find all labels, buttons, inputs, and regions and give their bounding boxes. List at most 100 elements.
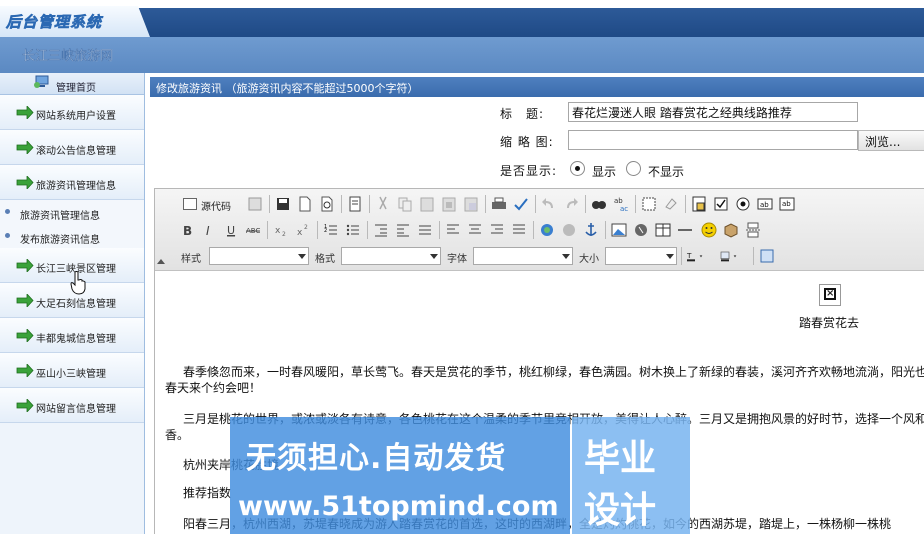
italic-icon[interactable]: I [199,220,219,240]
checkbox-icon[interactable] [711,194,731,214]
content-paragraph: 春天来个约会吧！ [165,381,262,395]
style-select[interactable] [209,247,309,265]
size-select[interactable] [605,247,677,265]
radio-icon[interactable] [733,194,753,214]
outdent-icon[interactable] [371,220,391,240]
preview-icon[interactable] [245,194,265,214]
copy-icon[interactable] [395,194,415,214]
toolbar-separator [605,221,606,239]
redo-icon[interactable] [561,194,581,214]
toolbar-separator [485,195,486,213]
toolbar-separator [685,195,686,213]
source-label: 源代码 [201,202,231,213]
table-icon[interactable] [653,220,673,240]
indent-icon[interactable] [393,220,413,240]
sidebar-item-travel-news[interactable]: 旅游资讯管理信息 [0,165,144,200]
font-label: 字体 [447,254,467,265]
thumbnail-input[interactable] [568,130,858,150]
save-icon[interactable] [273,194,293,214]
textarea-icon[interactable]: ab [777,194,797,214]
hide-radio[interactable] [626,161,641,176]
blockquote-icon[interactable] [415,220,435,240]
smiley-icon[interactable] [699,220,719,240]
background-color-icon[interactable] [719,246,749,266]
title-input[interactable] [568,102,858,122]
sidebar-item-announcements[interactable]: 滚动公告信息管理 [0,130,144,165]
link-icon[interactable] [537,220,557,240]
font-select[interactable] [473,247,573,265]
maximize-icon[interactable] [757,246,777,266]
paste-text-icon[interactable] [439,194,459,214]
sidebar-item-fengdu[interactable]: 丰都鬼城信息管理 [0,318,144,353]
bullet-list-icon[interactable] [343,220,363,240]
site-header: 长江三峡旅游网 [0,37,924,73]
undo-icon[interactable] [539,194,559,214]
sidebar-item-label: 大足石刻信息管理 [36,299,116,310]
panel-title: 修改旅游资讯 （旅游资讯内容不能超过5000个字符） [150,77,924,97]
anchor-icon[interactable] [581,220,601,240]
show-radio-label: 显示 [592,165,617,179]
sidebar-subitem-manage-news[interactable]: 旅游资讯管理信息 [0,200,144,224]
browse-button[interactable]: 浏览... [858,130,924,151]
toolbar-separator [533,221,534,239]
toolbar-row-2: B I U ABC x2 x2 12 [173,218,924,242]
toolbar-separator [535,195,536,213]
paste-word-icon[interactable] [461,194,481,214]
sidebar-item-label: 滚动公告信息管理 [36,146,116,157]
unlink-icon[interactable] [559,220,579,240]
sidebar-item-messages[interactable]: 网站留言信息管理 [0,388,144,423]
sidebar-home[interactable]: 管理首页 [0,73,144,95]
sidebar-subitem-label: 发布旅游资讯信息 [20,235,100,246]
flash-icon[interactable] [631,220,651,240]
align-right-icon[interactable] [487,220,507,240]
subscript-icon[interactable]: x2 [271,220,291,240]
textfield-icon[interactable]: ab [755,194,775,214]
justify-icon[interactable] [509,220,529,240]
strikethrough-icon[interactable]: ABC [243,220,263,240]
toolbar-collapse-icon[interactable] [157,259,165,264]
underline-icon[interactable]: U [221,220,241,240]
watermark-box-line1: 毕业 [584,438,657,479]
sidebar-item-users[interactable]: 网站系统用户设置 [0,95,144,130]
svg-text:ab: ab [782,200,791,208]
new-page-icon[interactable] [295,194,315,214]
paste-icon[interactable] [417,194,437,214]
remove-format-icon[interactable] [661,194,681,214]
computer-icon [34,75,49,88]
cut-icon[interactable] [373,194,393,214]
editor-toolbars: 源代码 ab ac ab ab B I U ABC x 2 x 2 1 2 样式… [155,189,924,271]
numbered-list-icon[interactable]: 12 [321,220,341,240]
sidebar-item-wushan[interactable]: 巫山小三峡管理 [0,353,144,388]
templates-icon[interactable] [345,194,365,214]
sidebar-subitem-publish-news[interactable]: 发布旅游资讯信息 [0,224,144,248]
page-break-icon[interactable] [743,220,763,240]
green-arrow-icon [16,176,34,189]
align-left-icon[interactable] [443,220,463,240]
green-arrow-icon [16,329,34,342]
image-icon[interactable] [609,220,629,240]
bold-icon[interactable]: B [177,220,197,240]
source-button[interactable]: 源代码 [181,194,241,214]
select-all-icon[interactable] [639,194,659,214]
horizontal-rule-icon[interactable] [675,220,695,240]
watermark-url: www.51topmind.com [238,491,559,522]
find-icon[interactable] [589,194,609,214]
spellcheck-icon[interactable] [511,194,531,214]
replace-icon[interactable]: ab ac [611,194,631,214]
print-preview-icon[interactable] [317,194,337,214]
text-color-icon[interactable]: T [685,246,715,266]
sidebar-item-label: 网站留言信息管理 [36,404,116,415]
green-arrow-icon [16,259,34,272]
toolbar-separator [267,221,268,239]
print-icon[interactable] [489,194,509,214]
sidebar-item-label: 网站系统用户设置 [36,111,116,122]
align-center-icon[interactable] [465,220,485,240]
svg-text:x: x [297,228,303,238]
superscript-icon[interactable]: x2 [293,220,313,240]
format-select[interactable] [341,247,441,265]
svg-text:2: 2 [304,224,308,231]
show-radio[interactable] [570,161,585,176]
thumbnail-label: 缩 略 图: [500,135,554,149]
form-icon[interactable] [689,194,709,214]
special-char-icon[interactable] [721,220,741,240]
